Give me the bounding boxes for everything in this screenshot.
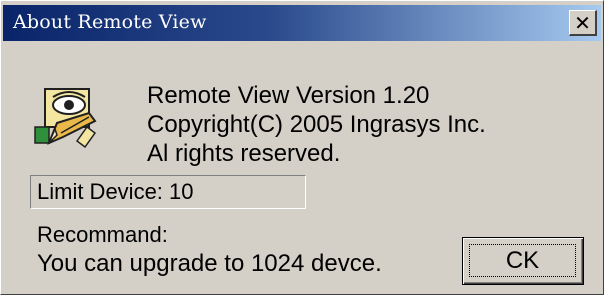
title-bar[interactable]: About Remote View ✕ bbox=[3, 5, 601, 41]
window-title: About Remote View bbox=[13, 11, 207, 33]
copyright-text: Copyright(C) 2005 Ingrasys Inc. bbox=[147, 111, 486, 138]
recommend-message: You can upgrade to 1024 devce. bbox=[37, 250, 382, 277]
about-dialog: About Remote View ✕ Remote View Version … bbox=[0, 0, 604, 295]
version-text: Remote View Version 1.20 bbox=[147, 82, 430, 109]
ok-button-label: CK bbox=[469, 244, 576, 277]
close-button[interactable]: ✕ bbox=[569, 10, 597, 36]
about-info: Remote View Version 1.20 Copyright(C) 20… bbox=[147, 81, 486, 168]
close-icon: ✕ bbox=[574, 10, 591, 35]
app-eye-pencil-icon bbox=[34, 88, 97, 149]
recommend-section: Recommand: You can upgrade to 1024 devce… bbox=[37, 221, 382, 279]
limit-device-field: Limit Device: 10 bbox=[30, 175, 306, 209]
recommend-heading: Recommand: bbox=[37, 222, 168, 247]
rights-text: Al rights reserved. bbox=[147, 140, 341, 167]
ok-button[interactable]: CK bbox=[462, 237, 584, 285]
